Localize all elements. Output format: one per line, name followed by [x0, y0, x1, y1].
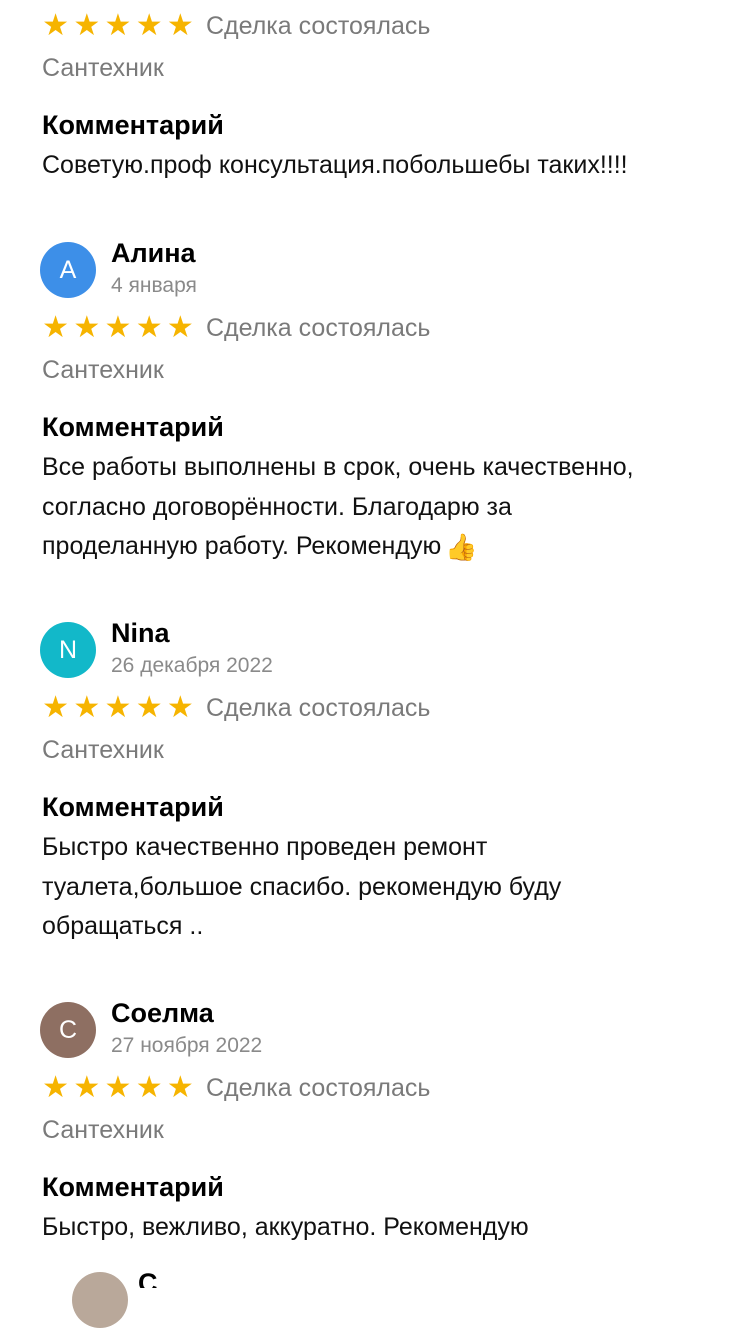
- review-date: 26 декабря 2022: [111, 654, 273, 677]
- star-icon: ★: [135, 8, 163, 43]
- rating-stars: ★ ★ ★ ★ ★: [40, 311, 196, 345]
- comment-line: проделанную работу. Рекомендую: [42, 532, 442, 560]
- avatar[interactable]: N: [40, 622, 96, 678]
- star-icon: ★: [166, 8, 194, 43]
- comment-text: Все работы выполнены в срок, очень качес…: [42, 448, 702, 569]
- comment-line: Быстро качественно проведен ремонт: [42, 833, 488, 861]
- comment-heading: Комментарий: [42, 412, 224, 442]
- star-icon: ★: [73, 8, 101, 43]
- avatar[interactable]: С: [40, 1002, 96, 1058]
- avatar[interactable]: А: [40, 242, 96, 298]
- review-date: 4 января: [111, 274, 197, 297]
- deal-status: Сделка состоялась: [206, 694, 431, 722]
- avatar-letter: N: [58, 636, 78, 664]
- thumbs-up-icon: 👍: [445, 533, 478, 563]
- deal-status: Сделка состоялась: [206, 314, 431, 342]
- author-name[interactable]: Соелма: [111, 998, 214, 1029]
- deal-status: Сделка состоялась: [206, 12, 431, 40]
- comment-text: Быстро, вежливо, аккуратно. Рекомендую: [42, 1208, 702, 1248]
- rating-row: ★ ★ ★ ★ ★ Сделка состоялась: [40, 9, 720, 43]
- rating-row: ★ ★ ★ ★ ★ Сделка состоялась: [40, 1071, 720, 1105]
- star-icon: ★: [42, 8, 70, 43]
- star-icon: ★: [42, 310, 70, 345]
- photo-avatar-icon[interactable]: [72, 1272, 128, 1328]
- star-icon: ★: [166, 690, 194, 725]
- author-name[interactable]: Nina: [111, 618, 170, 649]
- rating-stars: ★ ★ ★ ★ ★: [40, 9, 196, 43]
- comment-line: Быстро, вежливо, аккуратно. Рекомендую: [42, 1213, 529, 1241]
- star-icon: ★: [166, 1070, 194, 1105]
- service-category: Сантехник: [42, 356, 164, 384]
- star-icon: ★: [135, 1070, 163, 1105]
- star-icon: ★: [73, 1070, 101, 1105]
- review-date: 27 ноября 2022: [111, 1034, 263, 1057]
- comment-line: обращаться ..: [42, 912, 204, 940]
- star-icon: ★: [104, 690, 132, 725]
- star-icon: ★: [42, 1070, 70, 1105]
- comment-line: Советую.проф консультация.побольшебы так…: [42, 151, 628, 179]
- comment-line: Все работы выполнены в срок, очень качес…: [42, 453, 634, 481]
- star-icon: ★: [135, 310, 163, 345]
- rating-row: ★ ★ ★ ★ ★ Сделка состоялась: [40, 691, 720, 725]
- service-category: Сантехник: [42, 54, 164, 82]
- rating-row: ★ ★ ★ ★ ★ Сделка состоялась: [40, 311, 720, 345]
- comment-text: Советую.проф консультация.побольшебы так…: [42, 146, 702, 186]
- comment-heading: Комментарий: [42, 110, 224, 140]
- comment-heading: Комментарий: [42, 1172, 224, 1202]
- star-icon: ★: [104, 310, 132, 345]
- author-name[interactable]: Алина: [111, 238, 196, 269]
- author-row[interactable]: А Алина 4 января: [40, 238, 720, 300]
- star-icon: ★: [42, 690, 70, 725]
- star-icon: ★: [73, 690, 101, 725]
- comment-line: туалета,большое спасибо. рекомендую буду: [42, 872, 562, 901]
- comment-line-with-emoji: проделанную работу. Рекомендую 👍: [42, 527, 702, 569]
- avatar-letter: С: [58, 1016, 78, 1044]
- star-icon: ★: [135, 690, 163, 725]
- rating-stars: ★ ★ ★ ★ ★: [40, 1071, 196, 1105]
- comment-heading: Комментарий: [42, 792, 224, 822]
- star-icon: ★: [73, 310, 101, 345]
- author-row[interactable]: N Nina 26 декабря 2022: [40, 618, 720, 680]
- avatar-letter: А: [59, 256, 77, 284]
- star-icon: ★: [166, 310, 194, 345]
- author-row[interactable]: С Соелма 27 ноября 2022: [40, 998, 720, 1060]
- author-name-partial: С: [138, 1268, 158, 1288]
- service-category: Сантехник: [42, 736, 164, 764]
- deal-status: Сделка состоялась: [206, 1074, 431, 1102]
- rating-stars: ★ ★ ★ ★ ★: [40, 691, 196, 725]
- comment-text: Быстро качественно проведен ремонт туале…: [42, 828, 702, 947]
- comment-line: согласно договорённости. Благодарю за: [42, 492, 512, 521]
- star-icon: ★: [104, 8, 132, 43]
- service-category: Сантехник: [42, 1116, 164, 1144]
- star-icon: ★: [104, 1070, 132, 1105]
